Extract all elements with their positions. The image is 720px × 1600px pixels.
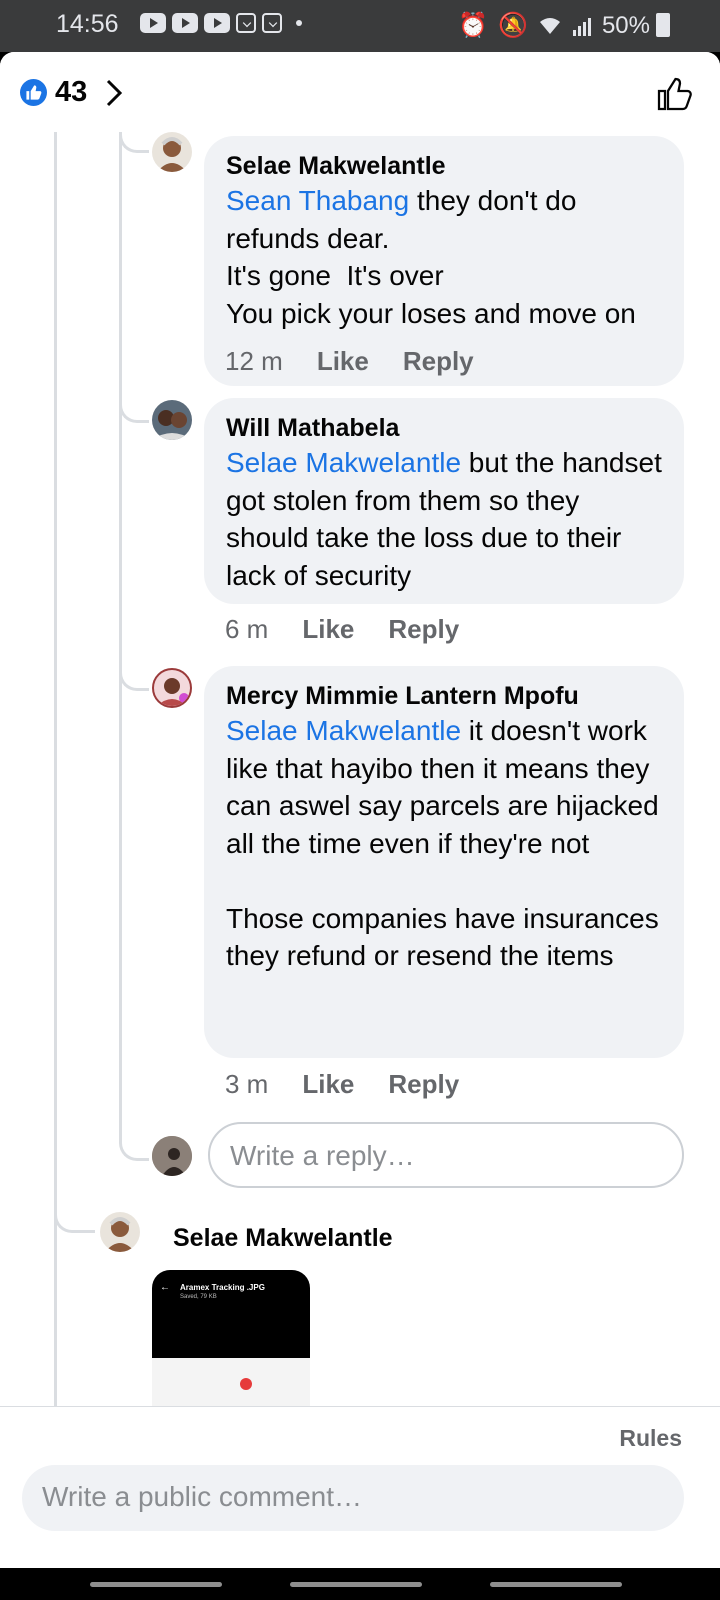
comment-actions: 12 m Like Reply (225, 346, 474, 377)
notification-icons (140, 13, 302, 33)
attachment-subtitle: Saved, 79 KB (180, 1294, 217, 1300)
thread-line-inner (119, 132, 122, 1142)
battery-percent: 50% (601, 11, 650, 39)
rules-link[interactable]: Rules (619, 1425, 682, 1452)
reply-button[interactable]: Reply (388, 614, 459, 645)
mention-link[interactable]: Selae Makwelantle (226, 447, 461, 478)
current-user-avatar (152, 1136, 192, 1176)
avatar[interactable] (100, 1212, 140, 1252)
comment-composer: Rules Write a public comment… (0, 1406, 720, 1568)
thread-connector (119, 642, 149, 691)
thread-connector (119, 1112, 149, 1161)
wifi-icon (539, 17, 560, 34)
battery-icon (656, 13, 670, 37)
comment-actions: 3 m Like Reply (225, 1069, 459, 1100)
youtube-notification-icon (172, 13, 198, 33)
attachment-title: Aramex Tracking .JPG (180, 1283, 265, 1292)
comment-text: Selae Makwelantle it doesn't work like t… (226, 712, 662, 975)
like-reaction-icon[interactable] (20, 79, 47, 106)
signal-icon (572, 17, 591, 36)
like-post-button[interactable] (656, 76, 692, 112)
reactions-header: 43 (0, 52, 720, 132)
comment-author[interactable]: Mercy Mimmie Lantern Mpofu (226, 680, 662, 712)
comment-bubble[interactable]: Will Mathabela Selae Makwelantle but the… (204, 398, 684, 604)
reply-input[interactable]: Write a reply… (208, 1122, 684, 1188)
nav-indicator[interactable] (490, 1582, 622, 1587)
gesture-nav-bar (0, 1568, 720, 1600)
reply-button[interactable]: Reply (403, 346, 474, 377)
status-bar: 14:56 ⏰ 🔕 50% (0, 0, 720, 52)
mute-icon: 🔕 (498, 12, 528, 39)
comment-author[interactable]: Will Mathabela (226, 412, 662, 444)
comments-sheet: 43 Selae Makwelantle Sean Thabang they d… (0, 52, 720, 1568)
system-status: ⏰ 🔕 50% (458, 11, 650, 40)
comment-author[interactable]: Selae Makwelantle (226, 150, 662, 182)
comment-bubble[interactable]: Mercy Mimmie Lantern Mpofu Selae Makwela… (204, 666, 684, 1058)
comment-time: 3 m (225, 1069, 269, 1099)
thread-connector (119, 372, 149, 423)
nav-indicator[interactable] (290, 1582, 422, 1587)
alarm-icon: ⏰ (458, 12, 489, 39)
like-button[interactable]: Like (317, 346, 369, 377)
youtube-notification-icon (204, 13, 230, 33)
status-time: 14:56 (56, 10, 119, 38)
back-arrow-icon: ← (160, 1282, 170, 1293)
comment-time: 6 m (225, 614, 269, 644)
download-notification-icon (236, 13, 256, 33)
thread-connector (54, 1192, 95, 1233)
image-attachment[interactable]: ← Aramex Tracking .JPG Saved, 79 KB (152, 1270, 310, 1410)
thread-connector (119, 132, 149, 153)
like-button[interactable]: Like (302, 614, 354, 645)
comment-actions: 6 m Like Reply (225, 614, 459, 645)
attachment-preview (152, 1358, 310, 1410)
comment-time: 12 m (225, 346, 283, 376)
youtube-notification-icon (140, 13, 166, 33)
mention-link[interactable]: Sean Thabang (226, 185, 409, 216)
comment-text: Sean Thabang they don't do refunds dear.… (226, 182, 662, 332)
comment-text: Selae Makwelantle but the handset got st… (226, 444, 662, 594)
comment-body: it doesn't work like that hayibo then it… (226, 715, 659, 971)
chevron-right-icon[interactable] (105, 78, 123, 108)
download-notification-icon (262, 13, 282, 33)
public-comment-input[interactable]: Write a public comment… (22, 1465, 684, 1531)
avatar[interactable] (152, 132, 192, 172)
nav-indicator[interactable] (90, 1582, 222, 1587)
like-button[interactable]: Like (302, 1069, 354, 1100)
mention-link[interactable]: Selae Makwelantle (226, 715, 461, 746)
more-notifications-icon (296, 20, 302, 26)
comment-author[interactable]: Selae Makwelantle (173, 1222, 393, 1254)
tracking-marker-icon (240, 1378, 252, 1390)
avatar[interactable] (152, 400, 192, 440)
avatar[interactable] (152, 668, 192, 708)
reaction-count[interactable]: 43 (55, 76, 87, 109)
reply-button[interactable]: Reply (388, 1069, 459, 1100)
